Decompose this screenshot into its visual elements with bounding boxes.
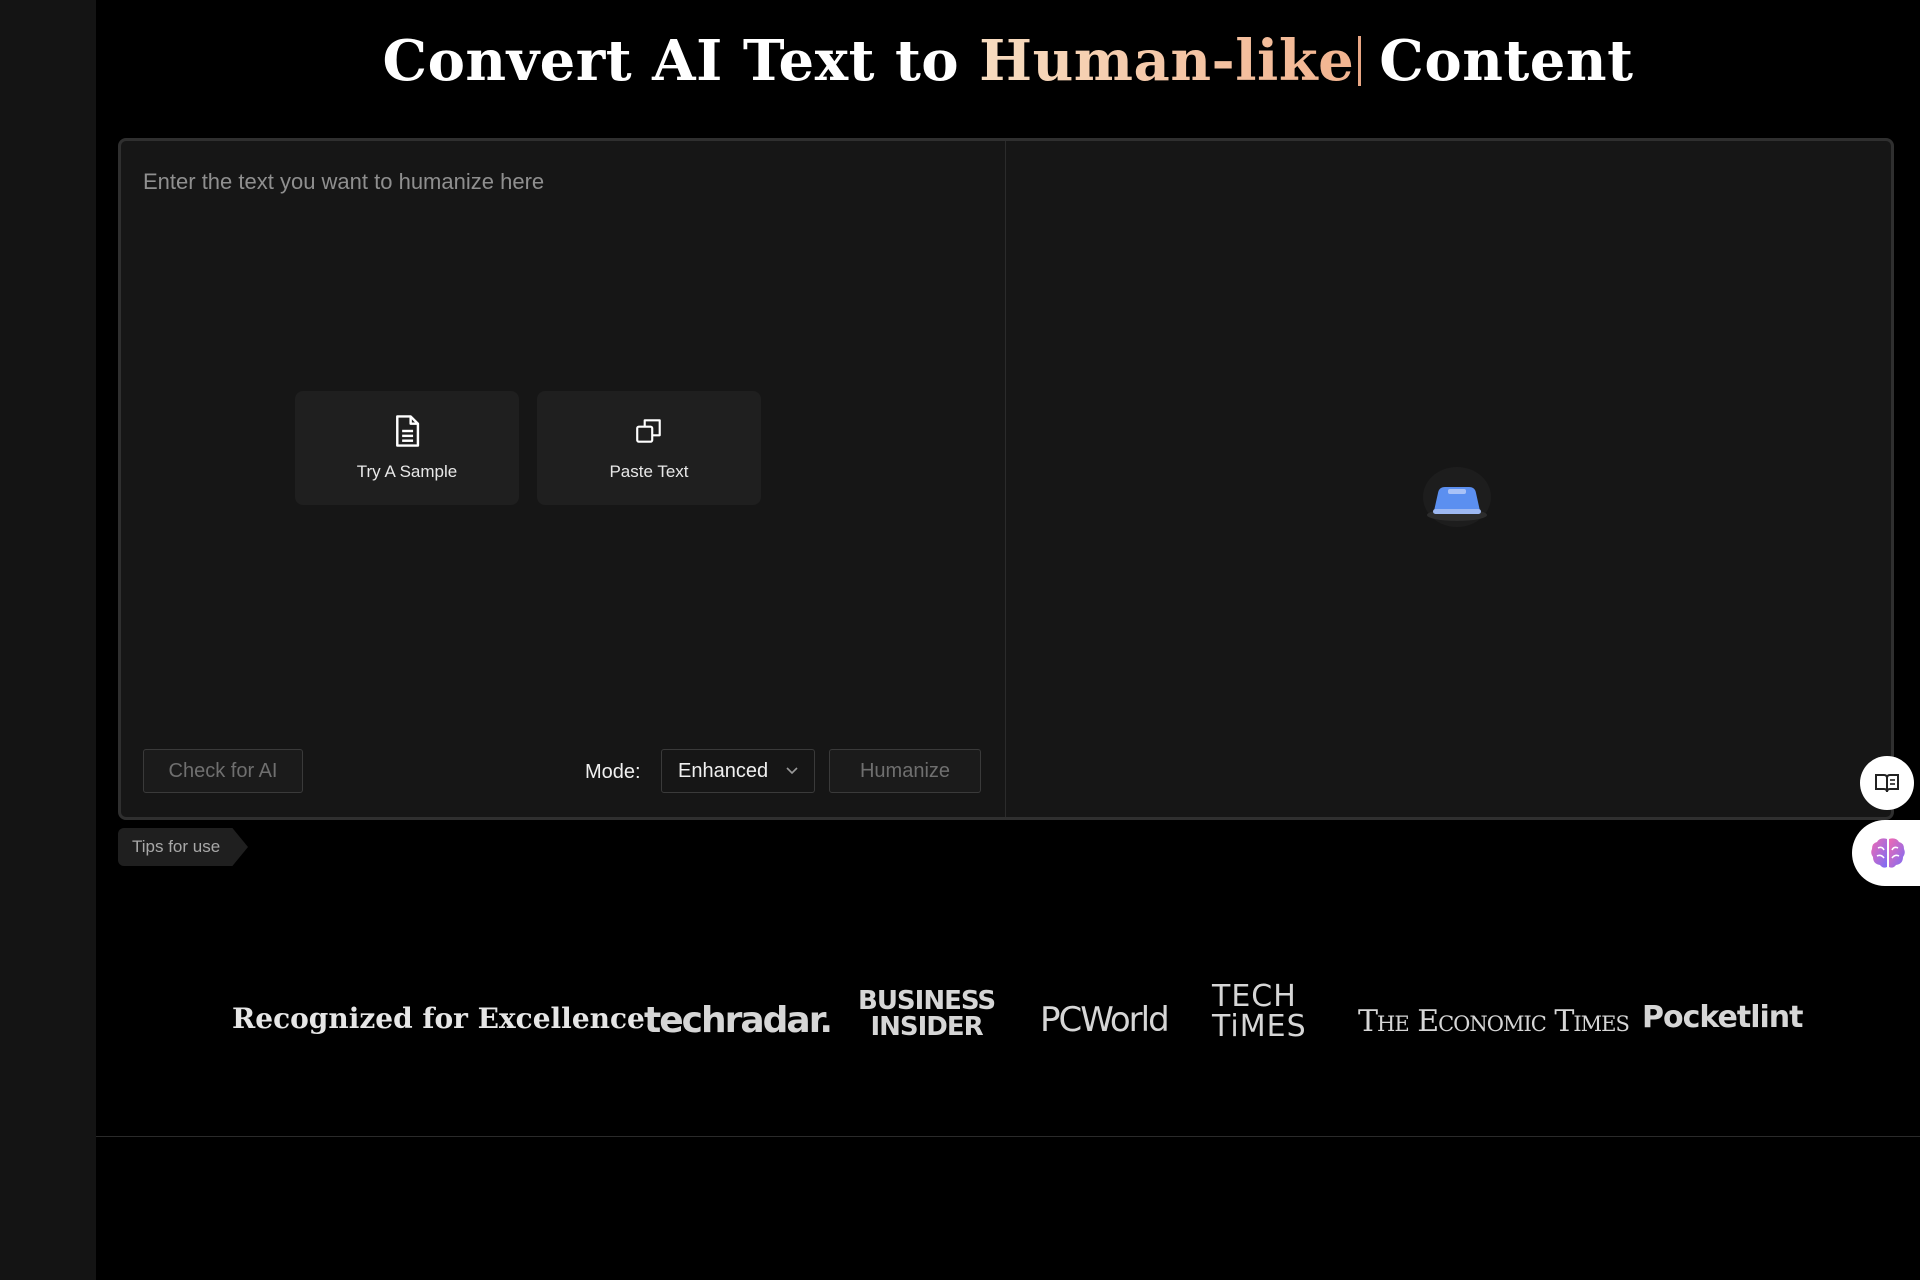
logo-tech-times: TECH TiMES (1212, 979, 1307, 1044)
humanize-button[interactable]: Humanize (829, 749, 981, 793)
output-pane (1007, 141, 1891, 817)
book-icon (1875, 774, 1899, 793)
ai-assistant-button[interactable] (1852, 820, 1920, 886)
title-part-2: Content (1379, 28, 1634, 94)
reader-mode-button[interactable] (1860, 756, 1914, 810)
recognized-section: Recognized for Excellence: techradar. BU… (96, 980, 1920, 1070)
title-accent: Human-like (979, 28, 1355, 94)
loader-icon (1423, 467, 1491, 527)
copy-icon (636, 419, 661, 443)
mode-label: Mode: (585, 761, 641, 783)
editor-toolbar: Check for AI Mode: Enhanced Humanize (121, 749, 1006, 799)
try-sample-button[interactable]: Try A Sample (295, 391, 519, 505)
mode-select[interactable]: Enhanced (661, 749, 815, 793)
input-pane: Try A Sample Paste Text Check for AI Mod… (121, 141, 1006, 817)
title-part-1: Convert AI Text to (382, 28, 980, 94)
logo-techradar: techradar. (644, 1000, 833, 1041)
paste-text-label: Paste Text (609, 462, 689, 481)
typing-caret (1358, 36, 1362, 86)
tips-for-use-tab[interactable]: Tips for use (118, 828, 248, 866)
footer-divider (96, 1136, 1920, 1137)
main-content: Convert AI Text to Human-like Content Try… (96, 0, 1920, 1280)
recognized-label: Recognized for Excellence: (232, 1002, 656, 1035)
left-rail (0, 0, 96, 1280)
tips-label: Tips for use (132, 837, 221, 856)
paste-text-button[interactable]: Paste Text (537, 391, 761, 505)
page-title: Convert AI Text to Human-like Content (96, 28, 1920, 94)
logo-pcworld: PCWorld (1040, 1000, 1170, 1040)
document-icon (396, 415, 420, 447)
brain-icon (1871, 838, 1905, 868)
chevron-down-icon (786, 767, 798, 775)
mode-value: Enhanced (678, 759, 769, 782)
logo-business-insider: BUSINESS INSIDER (858, 986, 996, 1042)
humanizer-editor: Try A Sample Paste Text Check for AI Mod… (118, 138, 1894, 820)
logo-economic-times: The Economic Times (1358, 1004, 1630, 1039)
try-sample-label: Try A Sample (356, 462, 458, 481)
logo-pocketlint: Pocketlint (1642, 1000, 1803, 1035)
check-for-ai-button[interactable]: Check for AI (143, 749, 303, 793)
